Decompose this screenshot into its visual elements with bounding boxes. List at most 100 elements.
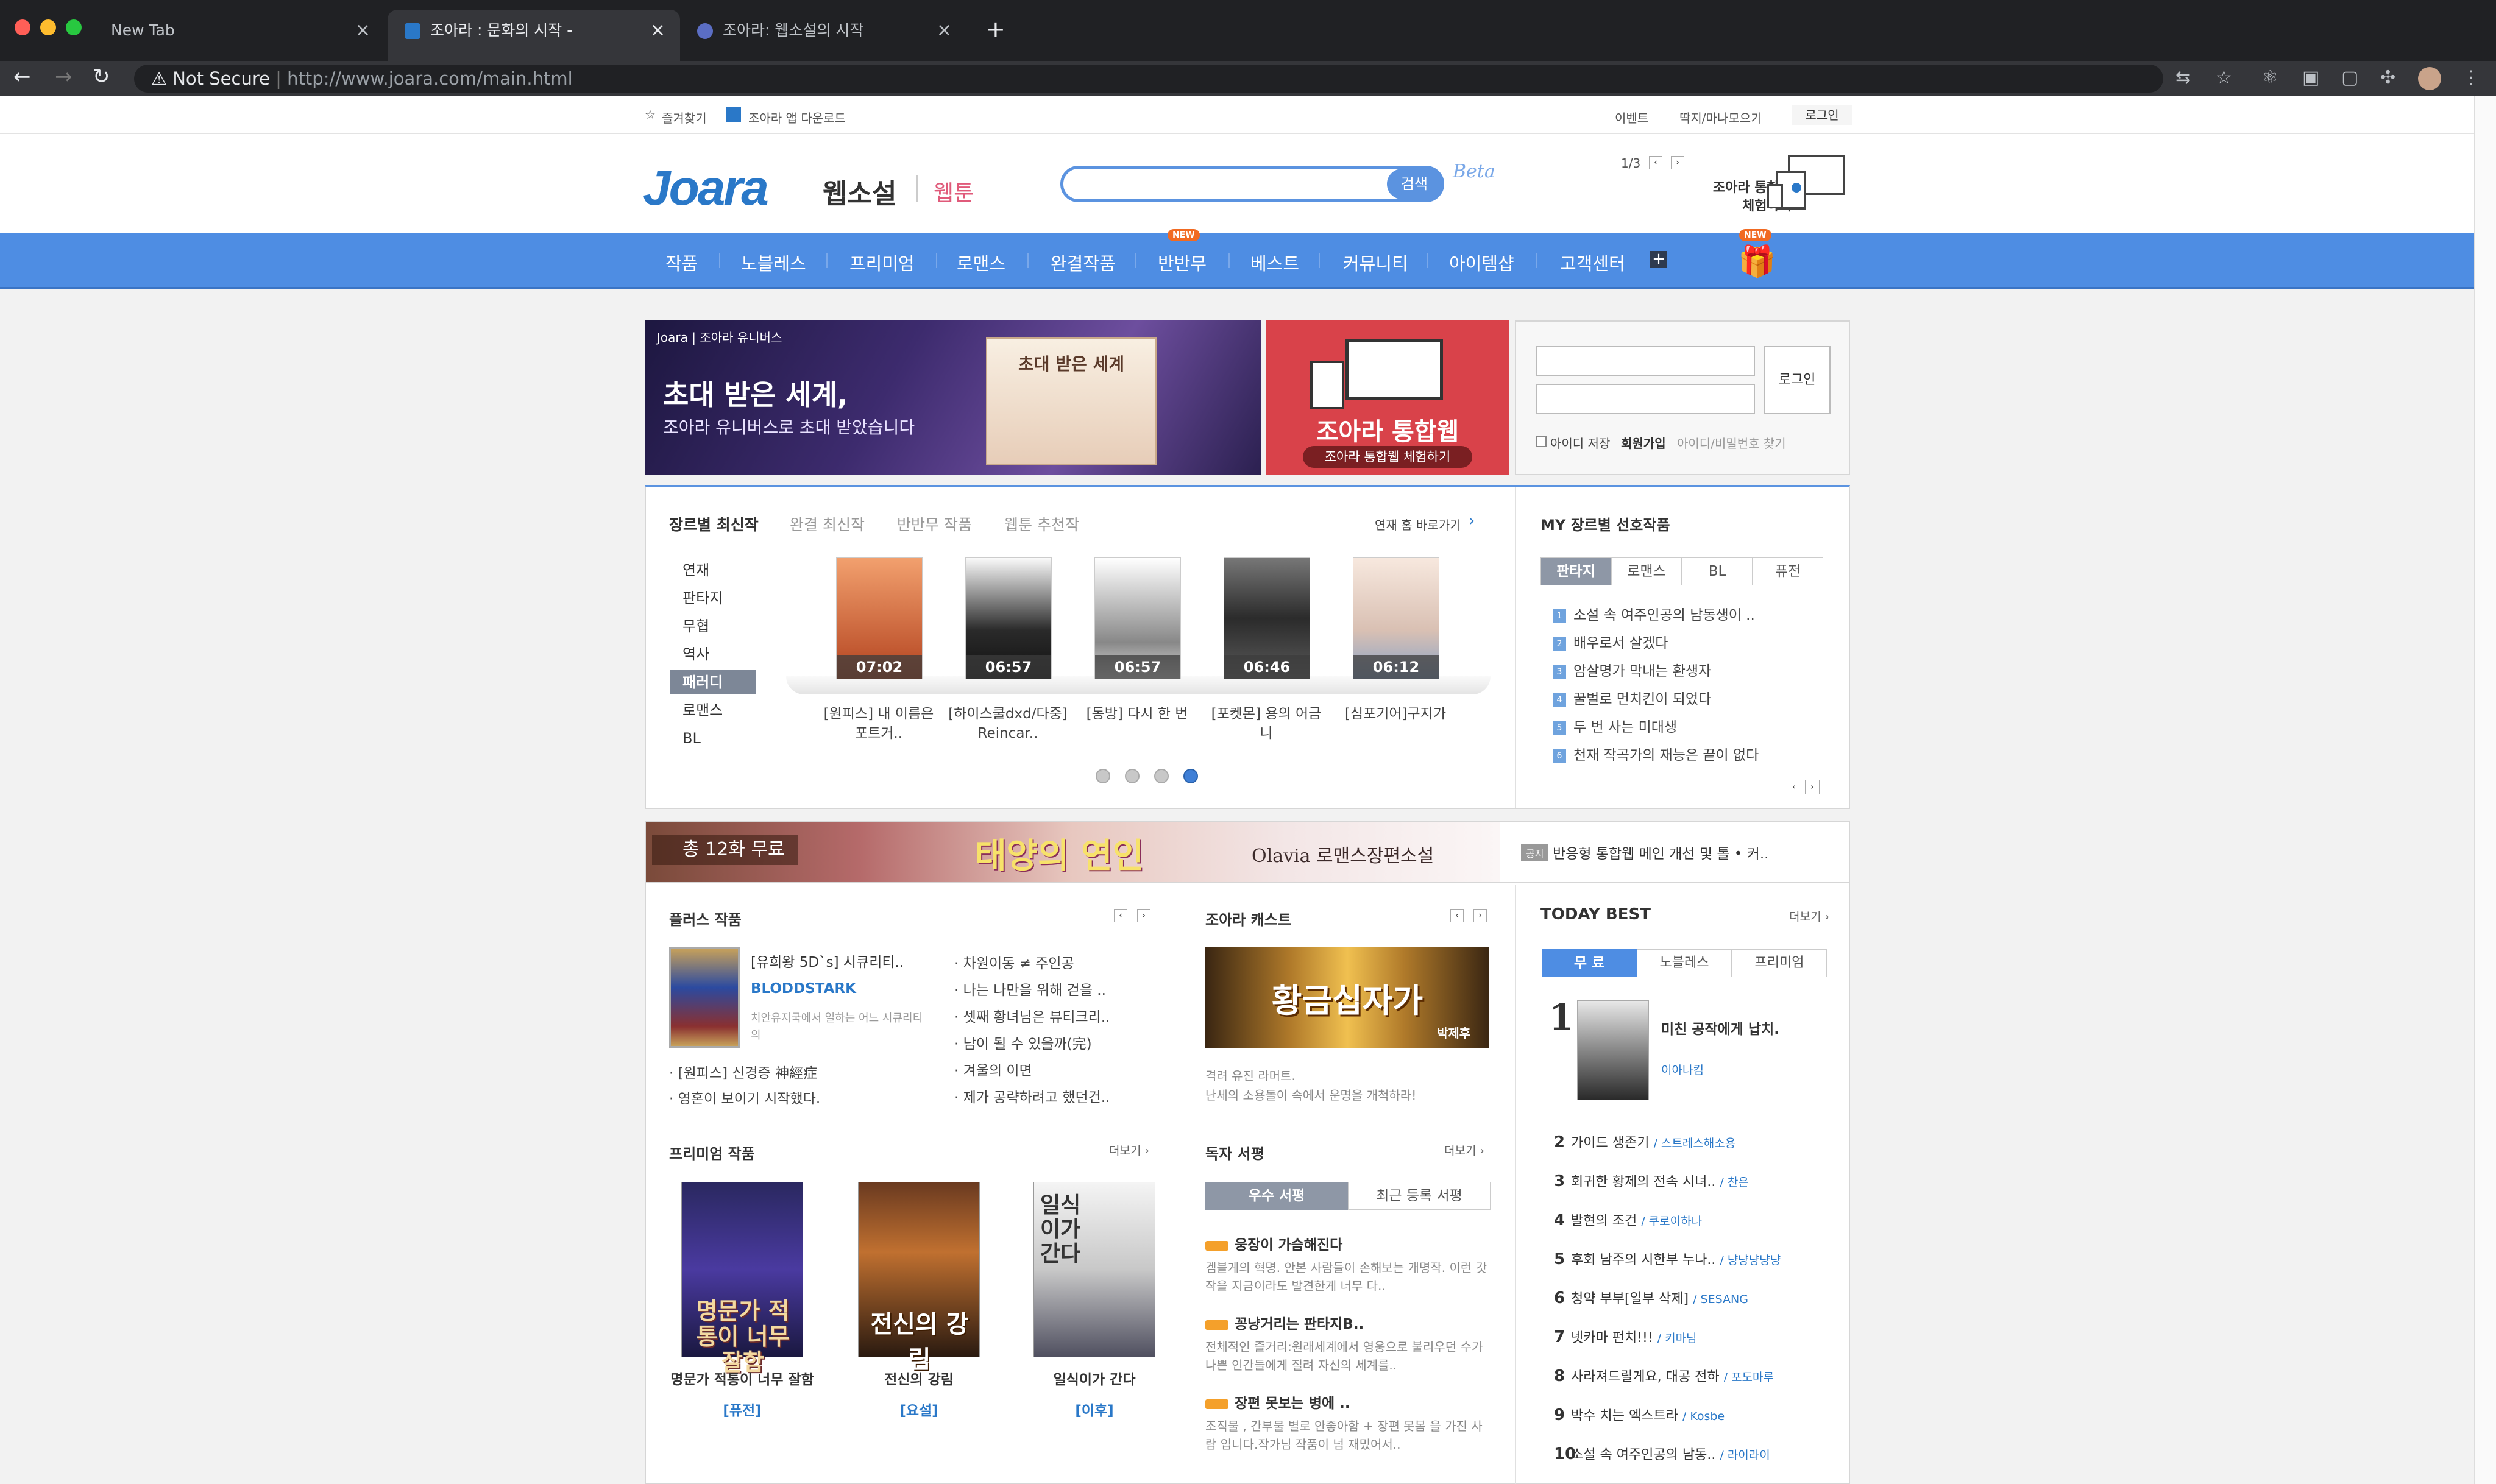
plus-list-item[interactable]: · 셋째 황녀님은 뷰티크리.. xyxy=(954,1005,1110,1026)
review-item[interactable]: 장편 못보는 병에 .. 조직물 , 간부물 별로 안좋아함 + 장편 못봄 을… xyxy=(1205,1391,1492,1454)
best-list-item[interactable]: 8 사라져드릴게요, 대공 전하 / 포도마루 xyxy=(1554,1366,1774,1385)
bookmark-star-icon[interactable]: ☆ xyxy=(2216,67,2232,88)
prev-icon[interactable]: ‹ xyxy=(1787,780,1801,794)
rank-one-cover[interactable] xyxy=(1577,1000,1649,1100)
joara-logo[interactable]: Joara xyxy=(643,160,769,217)
password-input[interactable] xyxy=(1536,384,1755,414)
bookmark-link[interactable]: 즐겨찾기 xyxy=(662,108,707,126)
app-download-link[interactable]: 조아라 앱 다운로드 xyxy=(748,108,846,126)
genre-history[interactable]: 역사 xyxy=(670,642,756,666)
book-cover[interactable]: 06:57 xyxy=(965,557,1052,679)
genre-martial[interactable]: 무협 xyxy=(670,614,756,638)
plus-list-item[interactable]: · [원피스] 신경증 神經症 xyxy=(669,1061,817,1082)
tab-joara-webnovel[interactable]: 조아라: 웹소설의 시작 × xyxy=(680,10,966,61)
tab-recent-reviews[interactable]: 최근 등록 서평 xyxy=(1348,1182,1491,1210)
close-window-icon[interactable] xyxy=(15,19,30,35)
forward-icon[interactable]: → xyxy=(55,65,73,89)
premium-book-genre[interactable]: [퓨전] xyxy=(669,1399,815,1419)
my-tab-romance[interactable]: 로맨스 xyxy=(1611,557,1682,585)
save-id-checkbox[interactable] xyxy=(1536,436,1547,447)
my-tab-fantasy[interactable]: 판타지 xyxy=(1540,557,1611,585)
extension-icon[interactable]: ▢ xyxy=(2341,67,2358,88)
premium-book-genre[interactable]: [요설] xyxy=(846,1399,992,1419)
nav-best[interactable]: 베스트 xyxy=(1250,250,1299,275)
carousel-dot-active[interactable] xyxy=(1183,769,1198,783)
book-caption[interactable]: [하이스쿨dxd/다중] Reincar.. xyxy=(947,704,1069,743)
nav-works[interactable]: 작품 xyxy=(665,250,698,275)
my-genre-item[interactable]: 3 암살명가 막내는 환생자 xyxy=(1553,659,1711,680)
carousel-dot[interactable] xyxy=(1096,769,1110,783)
nav-premium[interactable]: 프리미엄 xyxy=(849,250,915,275)
next-icon[interactable]: › xyxy=(1137,909,1150,922)
book-caption[interactable]: [포켓몬] 용의 어금니 xyxy=(1205,704,1327,743)
plus-feature-cover[interactable] xyxy=(669,947,740,1048)
premium-book-cover[interactable]: 명문가 적통이 너무 잘함 xyxy=(681,1182,803,1375)
tab-webtoon-recommend[interactable]: 웹툰 추천작 xyxy=(1004,513,1079,535)
genre-bl[interactable]: BL xyxy=(670,726,756,751)
book-cover[interactable]: 07:02 xyxy=(836,557,923,679)
plus-list-item[interactable]: · 차원이동 ≠ 주인공 xyxy=(954,952,1074,972)
premium-book-cover[interactable]: 일식이가 간다 xyxy=(1034,1182,1155,1357)
close-tab-icon[interactable]: × xyxy=(937,10,952,51)
genre-fantasy[interactable]: 판타지 xyxy=(670,586,756,610)
find-account-link[interactable]: 아이디/비밀번호 찾기 xyxy=(1677,434,1786,451)
tab-joara-main[interactable]: 조아라 : 문화의 시작 - × xyxy=(388,10,680,61)
tab-free[interactable]: 무 료 xyxy=(1542,949,1637,977)
id-input[interactable] xyxy=(1536,346,1755,376)
notice-link[interactable]: 반응형 통합웹 메인 개선 및 톨 • 커.. xyxy=(1553,842,1768,863)
my-genre-item[interactable]: 6 천재 작곡가의 재능은 끝이 없다 xyxy=(1553,743,1759,764)
premium-book-cover[interactable]: 전신의 강림 xyxy=(858,1182,980,1374)
best-list-item[interactable]: 6 청약 부부[일부 삭제] / SESANG xyxy=(1554,1288,1748,1307)
reviews-more-link[interactable]: 더보기 › xyxy=(1444,1142,1484,1158)
tab-new-tab[interactable]: New Tab × xyxy=(68,10,385,61)
tab-genre-latest[interactable]: 장르별 최신작 xyxy=(669,513,759,535)
login-button[interactable]: 로그인 xyxy=(1764,346,1831,414)
plus-list-item[interactable]: · 제가 공략하려고 했던건.. xyxy=(954,1086,1110,1106)
reload-icon[interactable]: ↻ xyxy=(93,65,110,89)
best-list-item[interactable]: 4 발현의 조건 / 쿠로이하나 xyxy=(1554,1210,1702,1229)
review-item[interactable]: 웅장이 가슴해진다 겜블게의 혁명. 안본 사람들이 손해보는 개명작. 이런 … xyxy=(1205,1233,1492,1295)
new-tab-icon[interactable]: + xyxy=(986,16,1005,43)
tab-noblesse[interactable]: 노블레스 xyxy=(1637,949,1732,977)
nav-noblesse[interactable]: 노블레스 xyxy=(741,250,806,275)
event-link[interactable]: 이벤트 xyxy=(1615,108,1648,126)
premium-book-title[interactable]: 명문가 적통이 너무 잘함 xyxy=(669,1368,815,1388)
today-best-more-link[interactable]: 더보기 › xyxy=(1789,908,1829,924)
react-devtools-icon[interactable]: ⚛ xyxy=(2262,67,2278,88)
search-button[interactable]: 검색 xyxy=(1387,169,1442,199)
close-tab-icon[interactable]: × xyxy=(650,10,665,51)
menu-icon[interactable]: ⋮ xyxy=(2462,67,2480,88)
best-list-item[interactable]: 7 넷카마 펀치!!! / 키마님 xyxy=(1554,1327,1697,1346)
carousel-dot[interactable] xyxy=(1125,769,1140,783)
nav-more-icon[interactable]: + xyxy=(1650,251,1667,268)
book-cover[interactable]: 06:57 xyxy=(1094,557,1181,679)
nav-romance[interactable]: 로맨스 xyxy=(957,250,1005,275)
book-caption[interactable]: [원피스] 내 이름은 포트거.. xyxy=(818,704,940,743)
extension-icon[interactable]: ▣ xyxy=(2302,67,2319,88)
premium-book-title[interactable]: 일식이가 간다 xyxy=(1021,1368,1168,1388)
next-icon[interactable]: › xyxy=(1805,780,1820,794)
profile-avatar[interactable] xyxy=(2418,67,2441,90)
best-list-item[interactable]: 10소설 속 여주인공의 남동.. / 라이라이 xyxy=(1554,1444,1770,1463)
plus-feature-author[interactable]: BLODDSTARK xyxy=(751,981,856,997)
carousel-dot[interactable] xyxy=(1154,769,1169,783)
mana-link[interactable]: 딱지/마나모으기 xyxy=(1679,108,1762,126)
book-cover[interactable]: 06:46 xyxy=(1224,557,1310,679)
book-caption[interactable]: [심포기어]구지가 xyxy=(1335,704,1456,724)
puzzle-icon[interactable]: ✣ xyxy=(2380,67,2395,88)
plus-list-item[interactable]: · 남이 될 수 있을까(完) xyxy=(954,1032,1092,1053)
my-genre-item[interactable]: 4 꿀벌로 먼치킨이 되었다 xyxy=(1553,687,1711,708)
url-bar[interactable]: ⚠ Not Secure | http://www.joara.com/main… xyxy=(134,65,2163,93)
review-item[interactable]: 꽁냥거리는 판타지B.. 전체적인 즐거리:원래세계에서 영웅으로 불리우던 수… xyxy=(1205,1312,1492,1374)
my-tab-fusion[interactable]: 퓨전 xyxy=(1753,557,1823,585)
cast-banner[interactable]: 황금십자가 박제후 xyxy=(1205,947,1489,1048)
premium-book-genre[interactable]: [이후] xyxy=(1021,1399,1168,1419)
universe-banner[interactable]: Joara | 조아라 유니버스 초대 받은 세계, 조아라 유니버스로 초대 … xyxy=(645,320,1261,475)
serial-home-link[interactable]: 연재 홈 바로가기 xyxy=(1375,515,1461,533)
integrated-web-banner[interactable]: 조아라 통합웹 조아라 통합웹 체험하기 xyxy=(1266,320,1509,475)
best-list-item[interactable]: 2 가이드 생존기 / 스트레스해소용 xyxy=(1554,1132,1736,1151)
my-tab-bl[interactable]: BL xyxy=(1682,557,1753,585)
nav-banbanmu[interactable]: 반반무 xyxy=(1158,250,1207,275)
gift-icon[interactable]: 🎁 xyxy=(1738,246,1776,277)
best-list-item[interactable]: 5 후회 남주의 시한부 누나.. / 냥냥냥냥냥 xyxy=(1554,1249,1781,1268)
